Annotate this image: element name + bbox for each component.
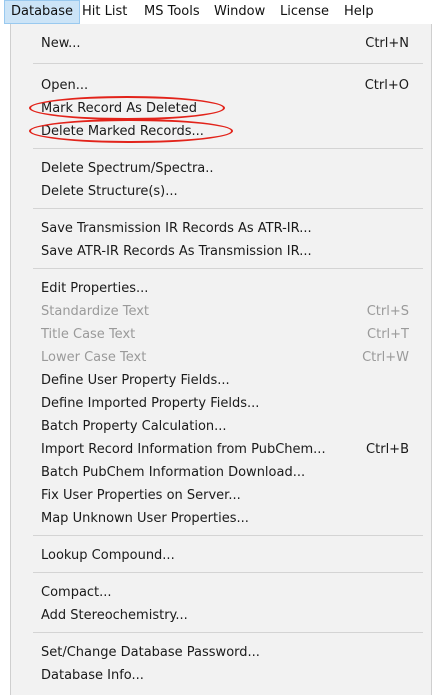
menu-item-open[interactable]: Open... Ctrl+O — [11, 74, 431, 98]
menu-separator — [33, 208, 423, 209]
menubar-ms-tools[interactable]: MS Tools — [138, 0, 206, 24]
menu-item-save-transmission-as-atr[interactable]: Save Transmission IR Records As ATR-IR..… — [11, 217, 431, 241]
menu-item-label: Save ATR-IR Records As Transmission IR..… — [41, 244, 312, 259]
menu-item-label: Database Info... — [41, 668, 144, 683]
menu-item-label: Map Unknown User Properties... — [41, 511, 249, 526]
menu-item-map-unknown-properties[interactable]: Map Unknown User Properties... — [11, 507, 431, 531]
menu-item-label: New... — [41, 36, 81, 51]
menu-item-label: Lower Case Text — [41, 350, 147, 365]
menu-item-lower-case-text: Lower Case Text Ctrl+W — [11, 346, 431, 370]
menu-item-shortcut: Ctrl+N — [365, 36, 409, 51]
menu-item-label: Add Stereochemistry... — [41, 608, 188, 623]
menu-item-compact[interactable]: Compact... — [11, 581, 431, 605]
menu-item-label: Open... — [41, 78, 89, 93]
menu-item-label: Lookup Compound... — [41, 548, 175, 563]
menu-item-label: Compact... — [41, 585, 112, 600]
menu-item-label: Fix User Properties on Server... — [41, 488, 241, 503]
menu-separator — [33, 148, 423, 149]
menu-item-shortcut: Ctrl+B — [366, 442, 409, 457]
menu-item-label: Edit Properties... — [41, 281, 149, 296]
menu-separator — [33, 572, 423, 573]
menu-item-set-database-password[interactable]: Set/Change Database Password... — [11, 641, 431, 665]
menu-separator — [33, 535, 423, 536]
menu-item-edit-properties[interactable]: Edit Properties... — [11, 277, 431, 301]
menu-item-add-stereochemistry[interactable]: Add Stereochemistry... — [11, 604, 431, 628]
menu-item-new[interactable]: New... Ctrl+N — [11, 32, 431, 56]
menu-item-shortcut: Ctrl+W — [362, 350, 409, 365]
menu-bar: Database Hit List MS Tools Window Licens… — [0, 0, 432, 24]
highlight-ellipse-delete-marked — [29, 119, 233, 143]
menu-item-delete-spectrum[interactable]: Delete Spectrum/Spectra.. — [11, 157, 431, 181]
menu-item-save-atr-as-transmission[interactable]: Save ATR-IR Records As Transmission IR..… — [11, 240, 431, 264]
menu-item-database-info[interactable]: Database Info... — [11, 664, 431, 688]
menubar-help[interactable]: Help — [338, 0, 380, 24]
menu-separator — [33, 268, 423, 269]
menu-item-label: Define User Property Fields... — [41, 373, 230, 388]
menu-item-shortcut: Ctrl+O — [364, 78, 409, 93]
menu-item-title-case-text: Title Case Text Ctrl+T — [11, 323, 431, 347]
menubar-window[interactable]: Window — [208, 0, 271, 24]
menu-item-lookup-compound[interactable]: Lookup Compound... — [11, 544, 431, 568]
menu-item-fix-user-properties[interactable]: Fix User Properties on Server... — [11, 484, 431, 508]
menu-separator — [33, 632, 423, 633]
highlight-ellipse-mark-deleted — [29, 96, 225, 120]
menu-item-batch-property-calculation[interactable]: Batch Property Calculation... — [11, 415, 431, 439]
menubar-license[interactable]: License — [274, 0, 335, 24]
menu-item-label: Import Record Information from PubChem..… — [41, 442, 326, 457]
menu-item-delete-structure[interactable]: Delete Structure(s)... — [11, 180, 431, 204]
menu-item-label: Standardize Text — [41, 304, 149, 319]
menubar-hit-list[interactable]: Hit List — [76, 0, 133, 24]
menu-item-label: Batch PubChem Information Download... — [41, 465, 306, 480]
menubar-database[interactable]: Database — [4, 0, 81, 24]
menu-item-label: Title Case Text — [41, 327, 136, 342]
menu-item-shortcut: Ctrl+T — [367, 327, 409, 342]
menu-item-label: Batch Property Calculation... — [41, 419, 227, 434]
menu-item-label: Delete Structure(s)... — [41, 184, 178, 199]
menu-item-standardize-text: Standardize Text Ctrl+S — [11, 300, 431, 324]
database-menu-dropdown: New... Ctrl+N Open... Ctrl+O Mark Record… — [10, 24, 432, 695]
menu-item-define-user-property-fields[interactable]: Define User Property Fields... — [11, 369, 431, 393]
menu-separator — [33, 63, 423, 64]
menu-item-label: Define Imported Property Fields... — [41, 396, 260, 411]
menu-item-define-imported-property-fields[interactable]: Define Imported Property Fields... — [11, 392, 431, 416]
menu-item-label: Save Transmission IR Records As ATR-IR..… — [41, 221, 312, 236]
menu-item-import-pubchem[interactable]: Import Record Information from PubChem..… — [11, 438, 431, 462]
menu-item-batch-pubchem-download[interactable]: Batch PubChem Information Download... — [11, 461, 431, 485]
menu-item-shortcut: Ctrl+S — [366, 304, 409, 319]
menu-item-label: Delete Spectrum/Spectra.. — [41, 161, 214, 176]
menu-item-label: Set/Change Database Password... — [41, 645, 260, 660]
